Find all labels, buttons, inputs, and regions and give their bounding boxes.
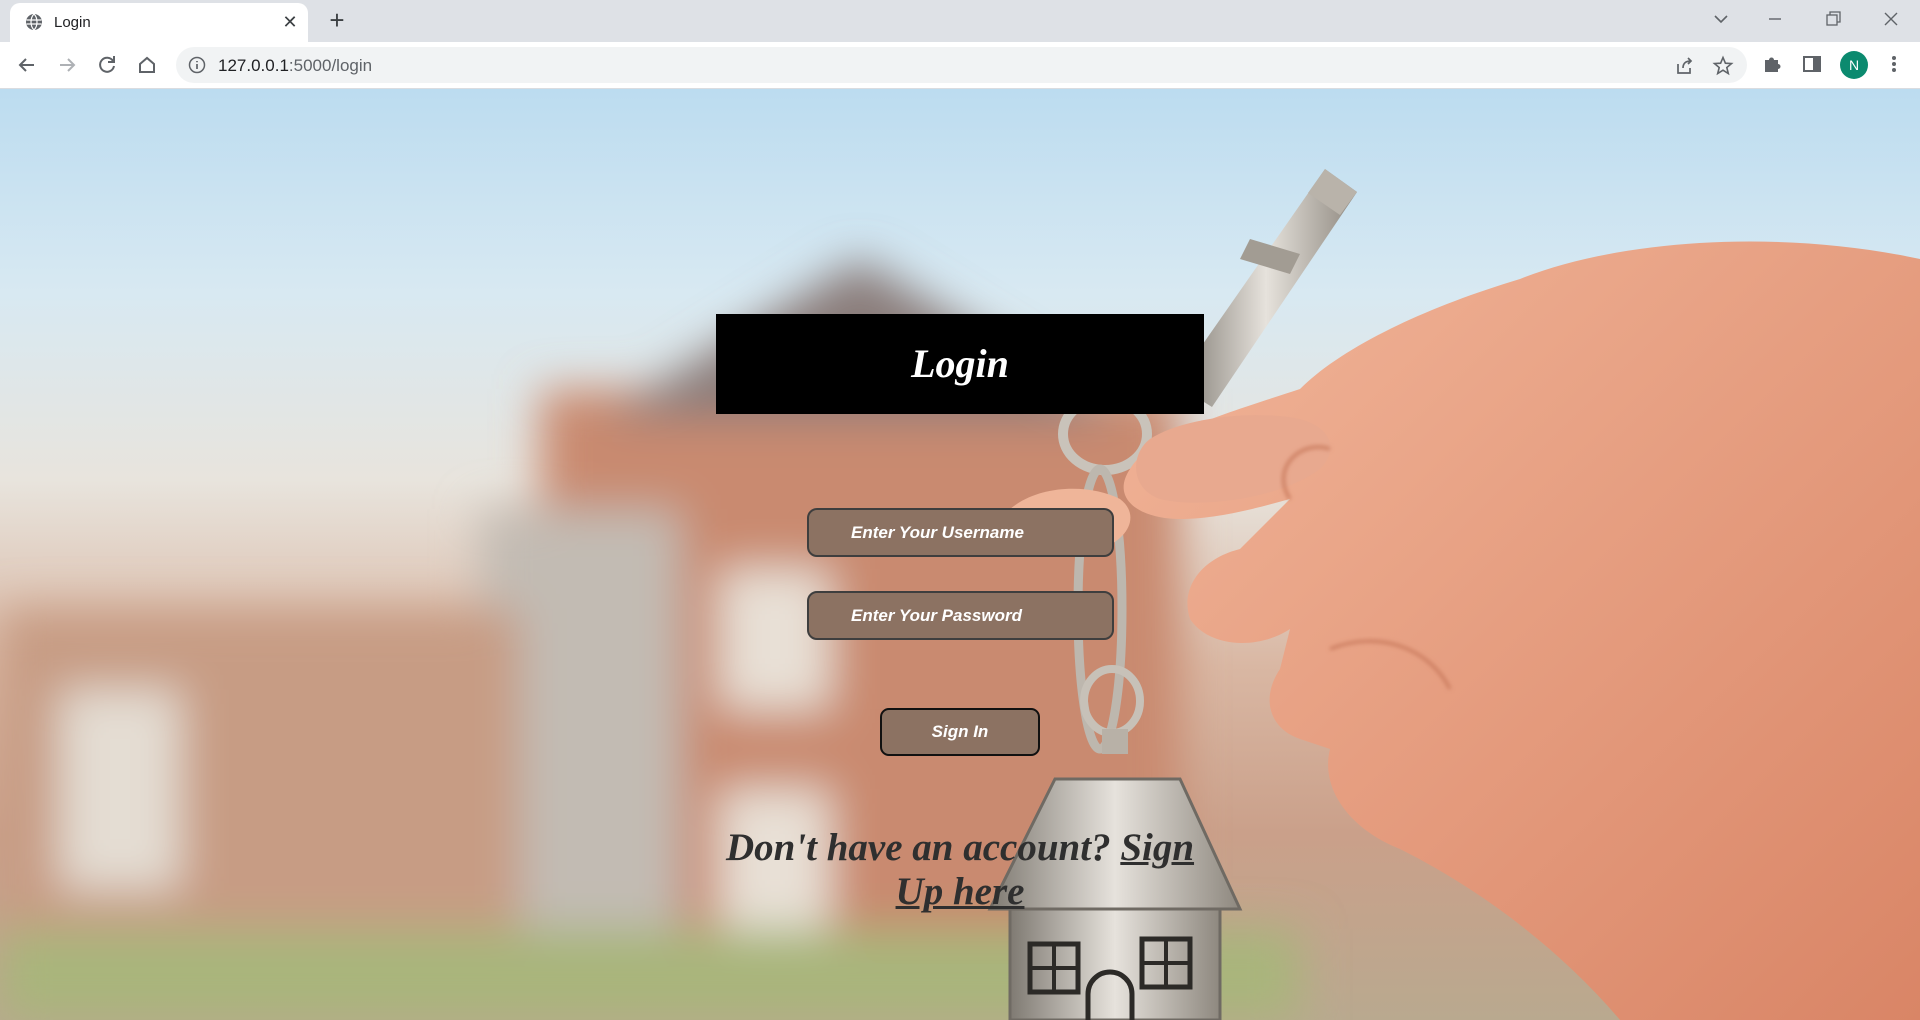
back-icon[interactable] xyxy=(12,50,42,80)
signup-prompt-text: Don't have an account? xyxy=(725,826,1111,869)
tab-search-icon[interactable] xyxy=(1706,6,1736,32)
puzzle-icon[interactable] xyxy=(1758,50,1786,78)
star-icon[interactable] xyxy=(1712,55,1734,77)
signup-prompt: Don't have an account? Sign Up here xyxy=(700,826,1220,914)
reload-icon[interactable] xyxy=(92,50,122,80)
window-close-icon[interactable] xyxy=(1876,6,1906,32)
restore-icon[interactable] xyxy=(1818,6,1848,32)
tab-login[interactable]: Login ✕ xyxy=(10,3,308,42)
info-icon[interactable] xyxy=(188,56,206,74)
home-icon[interactable] xyxy=(132,50,162,80)
tab-strip: Login ✕ + xyxy=(0,0,1920,42)
tab-title: Login xyxy=(54,14,91,31)
sidepanel-icon[interactable] xyxy=(1798,50,1826,78)
kebab-menu-icon[interactable] xyxy=(1880,50,1908,78)
address-bar[interactable]: 127.0.0.1:5000/login xyxy=(176,47,1747,83)
url-text[interactable]: 127.0.0.1:5000/login xyxy=(218,56,372,76)
page-viewport: Login Sign In Don't have an account? Sig… xyxy=(0,89,1920,1020)
plus-icon[interactable]: + xyxy=(323,7,351,33)
close-icon[interactable]: ✕ xyxy=(280,12,300,32)
login-header: Login xyxy=(716,314,1204,414)
username-input[interactable] xyxy=(807,508,1114,557)
sign-in-button[interactable]: Sign In xyxy=(880,708,1040,756)
password-input[interactable] xyxy=(807,591,1114,640)
share-icon[interactable] xyxy=(1673,55,1695,77)
browser-toolbar: 127.0.0.1:5000/login N xyxy=(0,42,1920,89)
minimize-icon[interactable] xyxy=(1760,6,1790,32)
forward-icon[interactable] xyxy=(52,50,82,80)
profile-avatar[interactable]: N xyxy=(1840,51,1868,79)
page-title: Login xyxy=(911,341,1009,386)
globe-icon xyxy=(26,13,42,31)
